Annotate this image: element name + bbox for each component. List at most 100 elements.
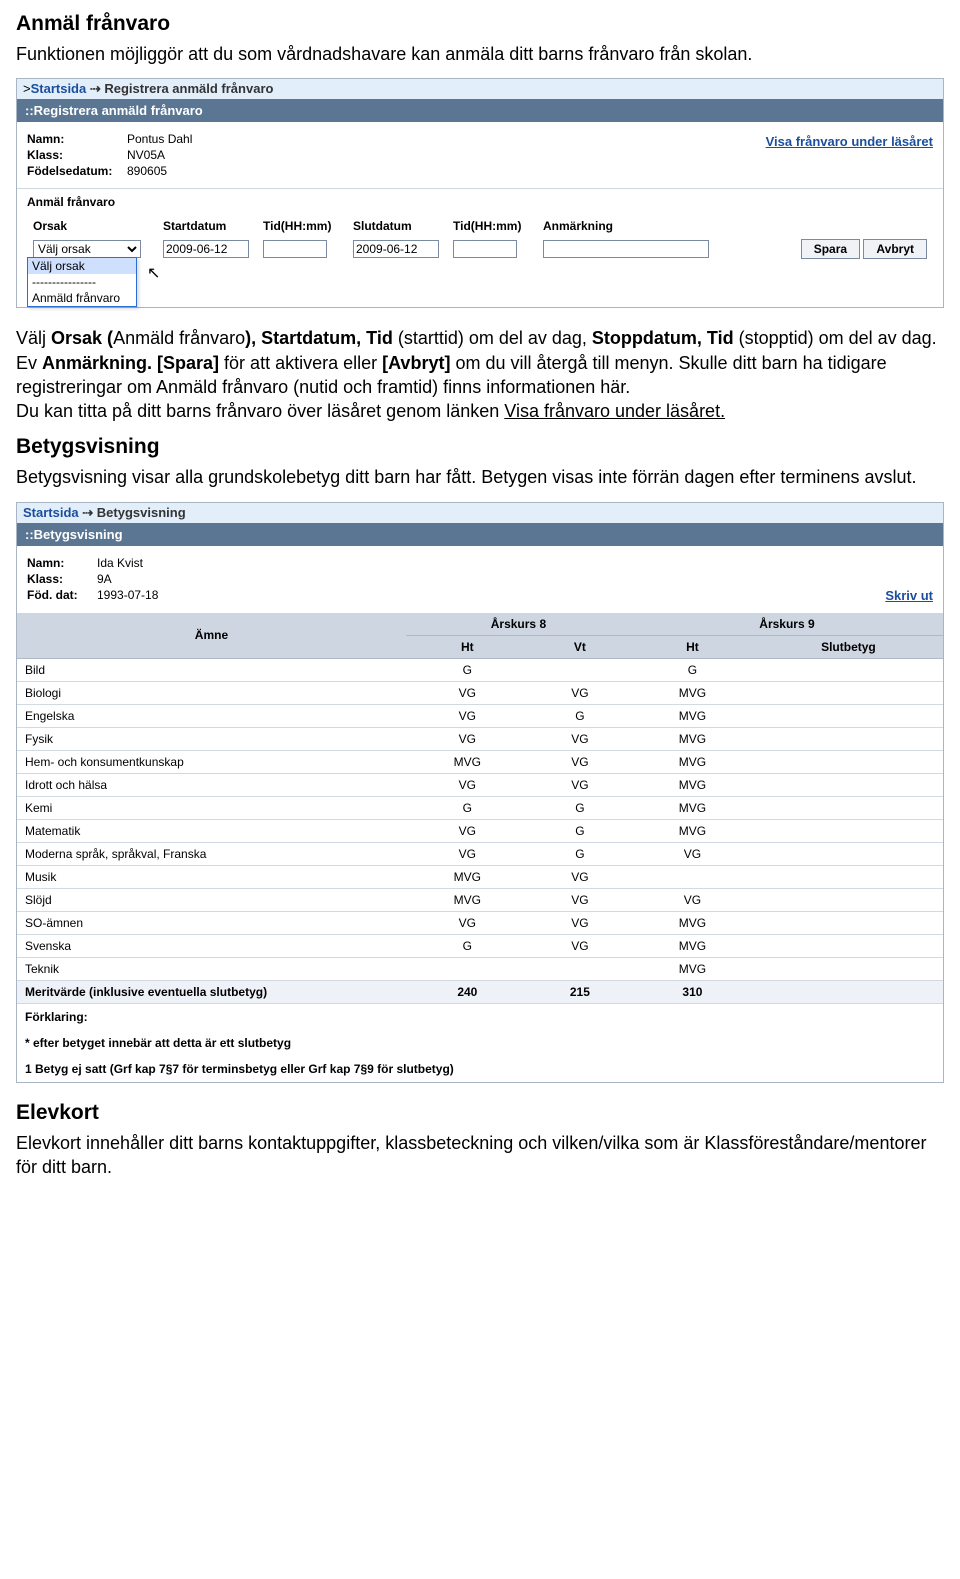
grade-cell [529,957,631,980]
merit-ht8: 240 [406,980,529,1003]
dropdown-option-valj[interactable]: Välj orsak [28,258,136,274]
section-title-elevkort: Elevkort [16,1101,944,1125]
subject-cell: Moderna språk, språkval, Franska [17,842,406,865]
breadcrumb-root-betyg[interactable]: Startsida [23,505,79,520]
breadcrumb-root[interactable]: Startsida [31,81,87,96]
grade-cell: VG [529,888,631,911]
th-ht9: Ht [631,635,754,658]
grade-cell: MVG [631,727,754,750]
grade-cell [754,796,943,819]
section-intro-betyg: Betygsvisning visar alla grundskolebetyg… [16,465,944,489]
grade-cell [754,957,943,980]
section-title-anmal: Anmäl frånvaro [16,12,944,36]
name-label: Namn: [27,132,127,146]
link-skriv-ut[interactable]: Skriv ut [885,588,933,603]
link-visa-franvaro[interactable]: Visa frånvaro under läsåret [766,134,933,149]
grade-cell: MVG [631,704,754,727]
grade-cell: G [529,704,631,727]
dropdown-option-anmald[interactable]: Anmäld frånvaro [28,290,136,306]
col-orsak: Orsak [29,217,157,235]
dob-value: 890605 [127,164,167,178]
grade-cell: MVG [631,681,754,704]
save-button[interactable]: Spara [801,239,860,259]
breadcrumb-arrow-icon: ⇢ [90,81,105,96]
breadcrumb-leaf-betyg: Betygsvisning [97,505,186,520]
col-anmarkning: Anmärkning [539,217,781,235]
subject-cell: Slöjd [17,888,406,911]
merit-slut [754,980,943,1003]
input-slutdatum[interactable] [353,240,439,258]
panel-titlebar-betyg: ::Betygsvisning [17,523,943,546]
subject-cell: Biologi [17,681,406,704]
grade-cell: MVG [406,865,529,888]
betyg-dob-label: Föd. dat: [27,588,97,602]
table-row: BiologiVGVGMVG [17,681,943,704]
grade-cell: G [406,658,529,681]
grade-cell: MVG [631,911,754,934]
th-vt8: Vt [529,635,631,658]
dropdown-orsak-popup[interactable]: Välj orsak ---------------- Anmäld frånv… [27,257,137,307]
screenshot-registrera-franvaro: >Startsida ⇢ Registrera anmäld frånvaro … [16,78,944,308]
input-anmarkning[interactable] [543,240,709,258]
grade-cell [754,888,943,911]
link-inline-visa-franvaro[interactable]: Visa frånvaro under läsåret. [504,401,725,421]
betyg-dob-value: 1993-07-18 [97,588,158,602]
table-row: SvenskaGVGMVG [17,934,943,957]
class-label: Klass: [27,148,127,162]
subject-cell: Bild [17,658,406,681]
grade-cell [754,819,943,842]
name-value: Pontus Dahl [127,132,192,146]
grade-cell: VG [631,888,754,911]
grade-cell: VG [529,773,631,796]
table-row: MatematikVGGMVG [17,819,943,842]
subject-cell: Hem- och konsumentkunskap [17,750,406,773]
select-orsak[interactable]: Välj orsak [33,240,141,258]
grade-cell: G [631,658,754,681]
grade-cell: G [529,842,631,865]
betyg-name-value: Ida Kvist [97,556,143,570]
section-intro-anmal: Funktionen möjliggör att du som vårdnads… [16,42,944,66]
merit-label: Meritvärde (inklusive eventuella slutbet… [17,980,406,1003]
th-arskurs9: Årskurs 9 [631,613,943,636]
section-title-betyg: Betygsvisning [16,435,944,459]
col-starttid: Tid(HH:mm) [259,217,347,235]
input-startdatum[interactable] [163,240,249,258]
grade-cell: G [406,796,529,819]
input-starttid[interactable] [263,240,327,258]
grade-cell: VG [529,727,631,750]
merit-vt8: 215 [529,980,631,1003]
grade-cell [406,957,529,980]
table-row: Hem- och konsumentkunskapMVGVGMVG [17,750,943,773]
explanation-1: * efter betyget innebär att detta är ett… [17,1030,943,1056]
explanation-2: 1 Betyg ej satt (Grf kap 7§7 för termins… [17,1056,943,1082]
subject-cell: Svenska [17,934,406,957]
grade-cell [754,681,943,704]
subject-cell: Kemi [17,796,406,819]
explanation-label: Förklaring: [17,1003,943,1030]
table-row: SlöjdMVGVGVG [17,888,943,911]
cancel-button[interactable]: Avbryt [863,239,927,259]
table-row: MusikMVGVG [17,865,943,888]
grade-cell: VG [406,704,529,727]
table-row: Moderna språk, språkval, FranskaVGGVG [17,842,943,865]
panel-titlebar: ::Registrera anmäld frånvaro [17,99,943,122]
grade-cell: MVG [631,796,754,819]
th-amne: Ämne [17,613,406,659]
grade-cell: VG [529,934,631,957]
grade-cell: VG [406,911,529,934]
breadcrumb-prefix: > [23,81,31,96]
subject-cell: SO-ämnen [17,911,406,934]
th-ht8: Ht [406,635,529,658]
grade-cell [754,911,943,934]
grade-cell: VG [529,911,631,934]
table-row: Idrott och hälsaVGVGMVG [17,773,943,796]
breadcrumb-leaf: Registrera anmäld frånvaro [104,81,273,96]
grade-cell: VG [529,750,631,773]
table-row: SO-ämnenVGVGMVG [17,911,943,934]
instructions-paragraph: Välj Orsak (Anmäld frånvaro), Startdatum… [16,326,944,423]
cursor-icon: ↖ [147,263,160,283]
input-sluttid[interactable] [453,240,517,258]
grade-cell [754,865,943,888]
table-row: FysikVGVGMVG [17,727,943,750]
grade-cell: G [406,934,529,957]
